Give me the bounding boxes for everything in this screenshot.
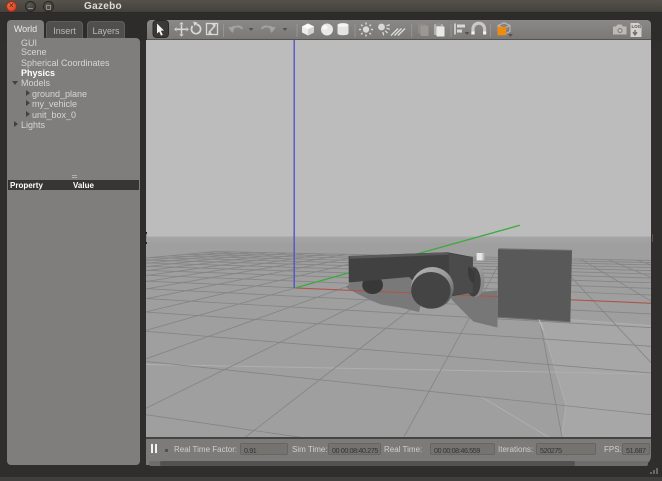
svg-text:LOG: LOG	[632, 24, 642, 29]
